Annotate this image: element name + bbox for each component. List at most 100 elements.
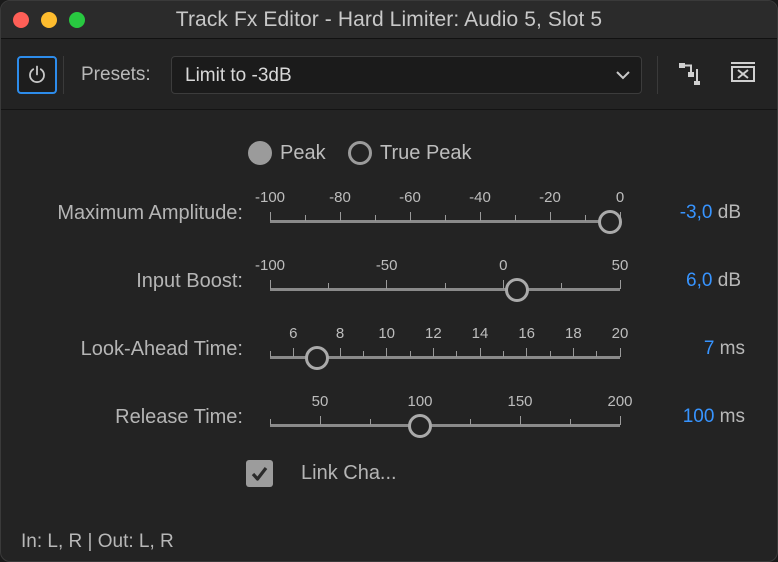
radio-selected-icon: [248, 141, 272, 165]
value-unit: dB: [712, 202, 741, 223]
value-number: 7: [703, 338, 715, 359]
peak-radio[interactable]: Peak: [248, 141, 326, 165]
value-number: -3,0: [679, 202, 713, 223]
scale-label: 18: [564, 325, 582, 342]
slider-tick: [269, 351, 271, 357]
slider-tick: [292, 348, 294, 357]
scale-label: -80: [329, 189, 351, 206]
slider-tick: [456, 351, 458, 357]
scale-label: 8: [335, 325, 345, 342]
power-icon: [29, 65, 45, 83]
slider-tick: [526, 348, 528, 357]
slider-track[interactable]: [270, 424, 620, 427]
link-channels-checkbox[interactable]: [246, 460, 273, 487]
window-title: Track Fx Editor - Hard Limiter: Audio 5,…: [175, 8, 603, 31]
slider-tick: [572, 348, 574, 357]
scale-label: 50: [611, 257, 629, 274]
value-number: 6,0: [686, 270, 713, 291]
slider-tick: [479, 348, 481, 357]
slider-tick: [514, 215, 516, 221]
link-channels-label: Link Cha...: [301, 462, 397, 484]
slider-tick: [619, 416, 621, 425]
scale-label: 50: [311, 393, 329, 410]
slider-tick: [432, 348, 434, 357]
slider-tick: [339, 348, 341, 357]
scale-label: 200: [607, 393, 633, 410]
slider-tick: [409, 351, 411, 357]
scale-label: 150: [507, 393, 533, 410]
param-value[interactable]: 7 ms: [704, 338, 745, 360]
toolbar: Presets: Limit to -3dB: [1, 40, 777, 110]
param-label: Release Time:: [115, 406, 243, 428]
slider-tick: [386, 280, 388, 289]
scale-label: 20: [611, 325, 629, 342]
scale-label: -50: [375, 257, 398, 274]
scale-label: -100: [254, 189, 286, 206]
slider-thumb[interactable]: [597, 210, 622, 234]
value-unit: ms: [714, 338, 745, 359]
slider-tick: [444, 283, 446, 289]
scale-label: -60: [399, 189, 421, 206]
slider-thumb[interactable]: [304, 346, 329, 370]
param-value[interactable]: 100 ms: [683, 406, 745, 428]
scale-label: 0: [499, 257, 508, 274]
slider-thumb[interactable]: [505, 278, 530, 302]
slider-tick: [374, 215, 376, 221]
fx-editor-window: Track Fx Editor - Hard Limiter: Audio 5,…: [0, 0, 778, 562]
slider-tick: [561, 283, 563, 289]
slider-tick: [319, 416, 321, 425]
slider-tick: [269, 419, 271, 425]
presets-label: Presets:: [81, 64, 151, 85]
slider-tick: [502, 280, 504, 289]
scale-label: -20: [539, 189, 561, 206]
true-peak-radio[interactable]: True Peak: [348, 141, 472, 165]
scale-label: 12: [424, 325, 442, 342]
close-panel-icon[interactable]: [730, 61, 756, 83]
slider-tick: [386, 348, 388, 357]
param-value[interactable]: -3,0 dB: [680, 202, 741, 224]
param-value[interactable]: 6,0 dB: [686, 270, 741, 292]
scale-label: -40: [469, 189, 491, 206]
presets-dropdown[interactable]: Limit to -3dB: [171, 56, 642, 94]
peak-label: Peak: [280, 141, 326, 164]
title-bar[interactable]: Track Fx Editor - Hard Limiter: Audio 5,…: [1, 1, 777, 39]
value-unit: dB: [712, 270, 741, 291]
value-unit: ms: [714, 406, 745, 427]
param-label: Maximum Amplitude:: [57, 202, 243, 224]
slider-tick: [269, 280, 271, 289]
routing-icon[interactable]: [678, 61, 704, 87]
chevron-down-icon: [616, 71, 630, 80]
scale-label: 10: [378, 325, 395, 342]
slider-tick: [269, 212, 271, 221]
slider-tick: [304, 215, 306, 221]
scale-label: -100: [254, 257, 286, 274]
slider-tick: [502, 351, 504, 357]
slider-tick: [584, 215, 586, 221]
toolbar-divider: [63, 56, 64, 94]
slider-thumb[interactable]: [408, 414, 432, 438]
toolbar-divider: [657, 56, 658, 94]
scale-label: 14: [471, 325, 489, 342]
param-label: Look-Ahead Time:: [80, 338, 243, 360]
slider-tick: [596, 351, 598, 357]
slider-tick: [619, 280, 621, 289]
preset-value: Limit to -3dB: [185, 65, 292, 86]
param-label: Input Boost:: [136, 270, 243, 292]
slider-tick: [369, 419, 371, 425]
scale-label: 0: [615, 189, 625, 206]
slider-tick: [569, 419, 571, 425]
scale-label: 100: [407, 393, 433, 410]
slider-tick: [327, 283, 329, 289]
power-button[interactable]: [17, 56, 57, 94]
slider-tick: [362, 351, 364, 357]
slider-tick: [409, 212, 411, 221]
slider-tick: [619, 348, 621, 357]
scale-label: 6: [289, 325, 298, 342]
slider-tick: [444, 215, 446, 221]
true-peak-label: True Peak: [380, 141, 472, 164]
radio-unselected-icon: [348, 141, 372, 165]
slider-tick: [339, 212, 341, 221]
io-status: In: L, R | Out: L, R: [21, 531, 174, 552]
value-number: 100: [682, 406, 715, 427]
checkmark-icon: [251, 467, 268, 481]
